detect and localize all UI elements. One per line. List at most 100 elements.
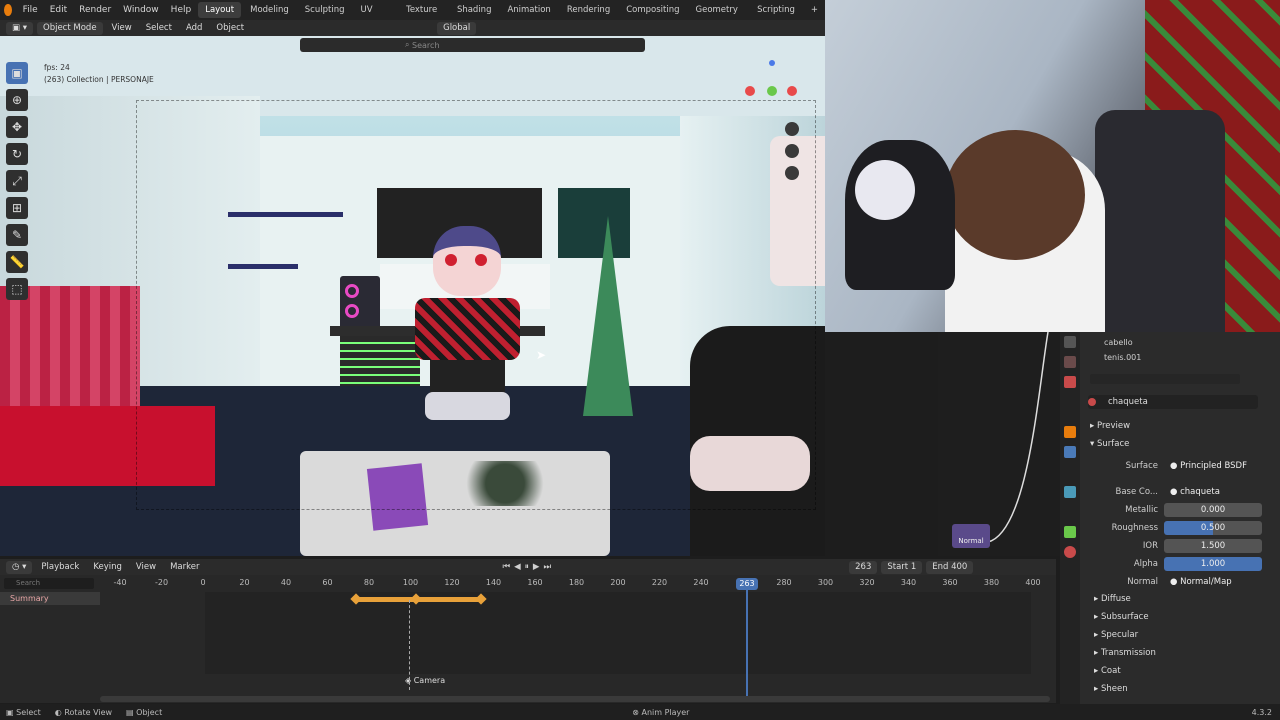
camera-marker[interactable]: ◈ Camera xyxy=(405,676,445,685)
collection-readout: (263) Collection | PERSONAJE xyxy=(44,75,154,84)
surface-shader-field[interactable]: ● Principled BSDF xyxy=(1164,459,1262,473)
timeline-search-input[interactable]: Search xyxy=(4,578,94,589)
timeline-editor-type-dropdown[interactable]: ◷ ▾ xyxy=(6,560,33,574)
move-tool-icon[interactable]: ✥ xyxy=(6,116,28,138)
physics-tab-icon[interactable] xyxy=(1064,486,1076,498)
tab-animation[interactable]: Animation xyxy=(500,2,557,18)
menu-marker[interactable]: Marker xyxy=(165,562,204,572)
anim-player-status[interactable]: ⊗ Anim Player xyxy=(162,708,689,717)
menu-add[interactable]: Add xyxy=(181,23,207,33)
orientation-dropdown[interactable]: Global xyxy=(437,21,477,35)
material-slots-list[interactable] xyxy=(1090,374,1240,384)
timeline-track-area[interactable] xyxy=(205,592,1031,674)
transform-tool-icon[interactable]: ⊞ xyxy=(6,197,28,219)
subsection-transmission[interactable]: ▸ Transmission xyxy=(1094,648,1156,658)
menu-view[interactable]: View xyxy=(107,23,137,33)
roughness-slider[interactable]: 0.500 xyxy=(1164,521,1262,535)
outliner-item-tenis[interactable]: tenis.001 xyxy=(1104,353,1141,362)
tool-tab-icon[interactable] xyxy=(1064,336,1076,348)
current-frame-field[interactable]: 263 xyxy=(849,560,878,574)
render-tab-icon[interactable] xyxy=(1064,356,1076,368)
play-icon[interactable]: ▶ xyxy=(533,562,540,572)
subsection-sheen[interactable]: ▸ Sheen xyxy=(1094,684,1128,694)
viewport-search-input[interactable]: Search xyxy=(412,41,439,50)
jump-start-icon[interactable]: ⏮ xyxy=(502,562,510,572)
zoom-icon[interactable] xyxy=(785,122,799,136)
menu-window[interactable]: Window xyxy=(118,0,164,20)
jump-end-icon[interactable]: ⏭ xyxy=(543,562,551,572)
alpha-slider[interactable]: 1.000 xyxy=(1164,557,1262,571)
status-bar: ▣ Select ◐ Rotate View ▤ Object ⊗ Anim P… xyxy=(0,704,1280,720)
cursor-tool-icon[interactable]: ⊕ xyxy=(6,89,28,111)
viewport-search-bar[interactable]: ⌕ Search xyxy=(300,38,645,52)
menu-render[interactable]: Render xyxy=(74,0,116,20)
subsection-subsurface[interactable]: ▸ Subsurface xyxy=(1094,612,1149,622)
rotate-tool-icon[interactable]: ↻ xyxy=(6,143,28,165)
mode-dropdown[interactable]: Object Mode xyxy=(37,21,103,35)
select-tool-icon[interactable]: ▣ xyxy=(6,62,28,84)
play-reverse-icon[interactable]: ◀ xyxy=(514,562,521,572)
timeline-ruler[interactable]: -40 -20 0 20 40 60 80 100 120 140 160 180 200 220 240 2… xyxy=(100,578,1056,592)
pause-icon[interactable]: ⏸ xyxy=(525,562,529,572)
measure-tool-icon[interactable]: 📏 xyxy=(6,251,28,273)
gizmo-x-icon[interactable] xyxy=(745,86,755,96)
gizmo-x-neg-icon[interactable] xyxy=(787,86,797,96)
tab-shading[interactable]: Shading xyxy=(450,2,499,18)
playhead[interactable] xyxy=(746,578,748,698)
shader-node-preview[interactable]: Normal xyxy=(938,332,1060,556)
scale-tool-icon[interactable]: ⤢ xyxy=(6,170,28,192)
object-tab-icon[interactable] xyxy=(1064,426,1076,438)
tab-scripting[interactable]: Scripting xyxy=(750,2,802,18)
camera-view-icon[interactable] xyxy=(785,166,799,180)
material-tab-icon[interactable] xyxy=(1064,546,1076,558)
subsection-diffuse[interactable]: ▸ Diffuse xyxy=(1094,594,1131,604)
data-tab-icon[interactable] xyxy=(1064,526,1076,538)
section-surface[interactable]: ▾ Surface xyxy=(1090,439,1129,449)
tab-geometry-nodes[interactable]: Geometry Nodes xyxy=(689,2,749,31)
tab-layout[interactable]: Layout xyxy=(198,2,242,18)
tab-compositing[interactable]: Compositing xyxy=(619,2,686,18)
tab-texture-paint[interactable]: Texture Paint xyxy=(399,2,448,31)
material-name[interactable]: chaqueta xyxy=(1108,397,1148,407)
blender-logo-icon[interactable] xyxy=(4,4,12,16)
gizmo-y-icon[interactable] xyxy=(767,86,777,96)
add-cube-tool-icon[interactable]: ⬚ xyxy=(6,278,28,300)
menu-edit[interactable]: Edit xyxy=(45,0,72,20)
playhead-frame-label[interactable]: 263 xyxy=(736,578,758,590)
pan-icon[interactable] xyxy=(785,144,799,158)
summary-channel[interactable]: Summary xyxy=(0,592,100,605)
3d-viewport[interactable]: fps: 24 (263) Collection | PERSONAJE ➤ xyxy=(0,36,825,556)
metallic-slider[interactable]: 0.000 xyxy=(1164,503,1262,517)
annotate-tool-icon[interactable]: ✎ xyxy=(6,224,28,246)
output-tab-icon[interactable] xyxy=(1064,376,1076,388)
menu-file[interactable]: File xyxy=(18,0,43,20)
subsection-coat[interactable]: ▸ Coat xyxy=(1094,666,1121,676)
start-frame-field[interactable]: Start 1 xyxy=(881,560,923,574)
tab-sculpting[interactable]: Sculpting xyxy=(298,2,352,18)
gizmo-z-icon[interactable] xyxy=(769,60,775,66)
normal-node[interactable]: Normal xyxy=(952,524,990,548)
outliner-item-cabello[interactable]: cabello xyxy=(1104,338,1133,347)
ior-label: IOR xyxy=(1142,541,1158,551)
subsection-specular[interactable]: ▸ Specular xyxy=(1094,630,1138,640)
tab-uv-editing[interactable]: UV Editing xyxy=(353,2,397,31)
base-color-field[interactable]: ● chaqueta xyxy=(1164,485,1262,499)
modifier-tab-icon[interactable] xyxy=(1064,446,1076,458)
menu-playback[interactable]: Playback xyxy=(36,562,84,572)
tab-modeling[interactable]: Modeling xyxy=(243,2,296,18)
menu-select[interactable]: Select xyxy=(141,23,177,33)
section-preview[interactable]: ▸ Preview xyxy=(1090,421,1130,431)
add-workspace-icon[interactable]: + xyxy=(804,2,825,18)
menu-timeline-view[interactable]: View xyxy=(131,562,161,572)
tab-rendering[interactable]: Rendering xyxy=(560,2,617,18)
editor-type-dropdown[interactable]: ▣ ▾ xyxy=(6,21,33,35)
menu-object[interactable]: Object xyxy=(211,23,249,33)
material-selector[interactable]: chaqueta xyxy=(1088,395,1258,409)
menu-help[interactable]: Help xyxy=(166,0,197,20)
navigation-gizmo[interactable] xyxy=(745,60,805,110)
end-frame-field[interactable]: End 400 xyxy=(926,560,974,574)
menu-keying[interactable]: Keying xyxy=(88,562,127,572)
timeline-scrollbar[interactable] xyxy=(100,696,1050,702)
ior-slider[interactable]: 1.500 xyxy=(1164,539,1262,553)
normal-field[interactable]: ● Normal/Map xyxy=(1164,575,1262,589)
